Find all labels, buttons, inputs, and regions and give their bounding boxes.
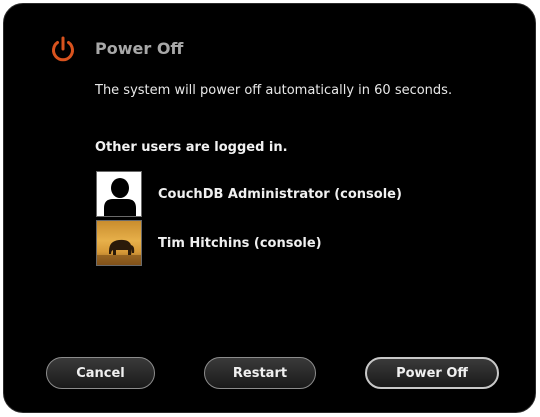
power-off-dialog: Power Off The system will power off auto… <box>3 3 536 413</box>
user-list-item: CouchDB Administrator (console) <box>96 171 476 219</box>
user-name: CouchDB Administrator (console) <box>158 187 402 202</box>
countdown-message: The system will power off automatically … <box>95 83 453 98</box>
user-list-item: Tim Hitchins (console) <box>96 220 476 268</box>
default-user-avatar <box>96 171 142 217</box>
restart-button[interactable]: Restart <box>204 357 316 389</box>
power-icon <box>48 34 78 64</box>
user-name: Tim Hitchins (console) <box>158 236 322 251</box>
elephant-photo-avatar <box>96 220 142 266</box>
cancel-button[interactable]: Cancel <box>46 357 155 389</box>
power-off-button[interactable]: Power Off <box>365 357 499 389</box>
dialog-title: Power Off <box>95 39 184 58</box>
logged-in-users-heading: Other users are logged in. <box>95 140 288 155</box>
